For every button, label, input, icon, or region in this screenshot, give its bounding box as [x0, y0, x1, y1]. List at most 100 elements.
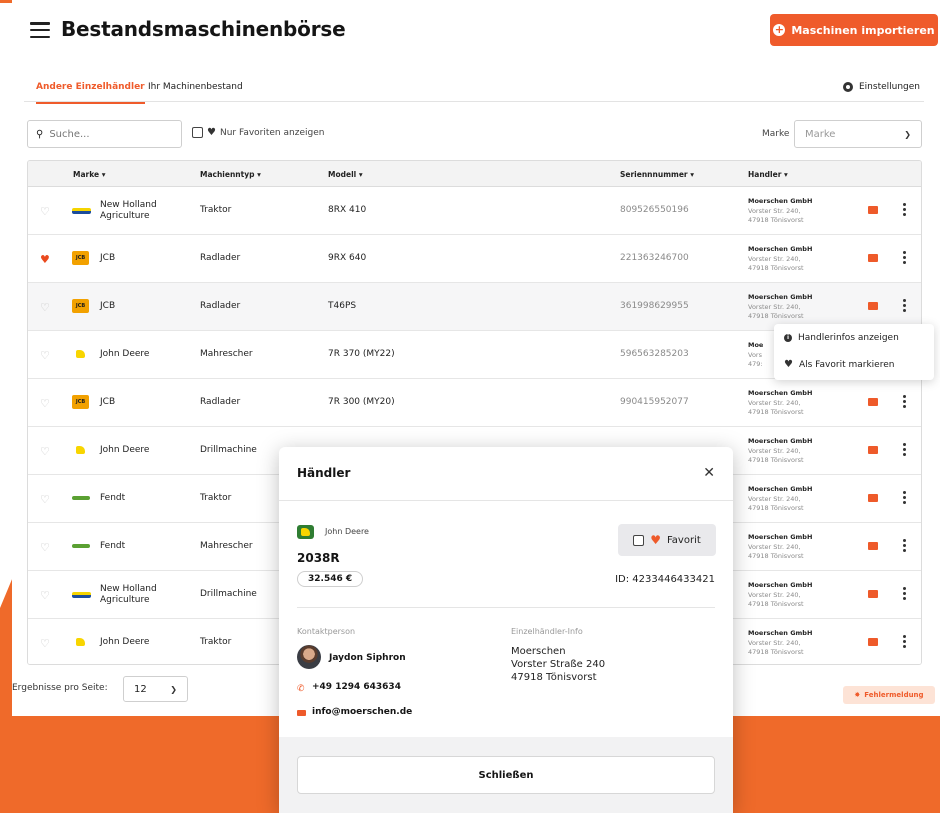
- heart-icon[interactable]: ♡: [40, 301, 50, 314]
- search-input[interactable]: [49, 128, 160, 140]
- more-options-icon[interactable]: [903, 299, 906, 314]
- row-typ: Mahrescher: [200, 349, 253, 359]
- row-marke: Fendt: [100, 541, 126, 551]
- heart-icon[interactable]: ♥: [40, 253, 50, 266]
- table-row[interactable]: ♥ JCB JCB Radlader 9RX 640 221363246700 Moersc…: [28, 235, 921, 283]
- results-per-page-select[interactable]: 12 ❯: [123, 676, 188, 702]
- heart-icon[interactable]: ♡: [40, 349, 50, 362]
- close-button[interactable]: Schließen: [297, 756, 715, 794]
- modal-title: Händler: [297, 466, 351, 480]
- row-typ: Drillmachine: [200, 589, 257, 599]
- row-serie: 221363246700: [620, 253, 689, 263]
- header-marke[interactable]: Marke ▾: [73, 170, 106, 179]
- header-serie[interactable]: Seriennnummer ▾: [620, 170, 694, 179]
- row-marke: New Holland Agriculture: [100, 200, 157, 221]
- avatar: [297, 645, 321, 669]
- table-row[interactable]: ♡ New Holland Agriculture Traktor 8RX 410 809…: [28, 187, 921, 235]
- heart-icon[interactable]: ♡: [40, 637, 50, 650]
- row-marke: JCB: [100, 397, 116, 407]
- settings-button[interactable]: Einstellungen: [842, 82, 920, 92]
- menu-icon[interactable]: [30, 22, 50, 38]
- bug-icon: ✸: [854, 691, 861, 699]
- modal-favorite-toggle[interactable]: ♥ Favorit: [618, 524, 716, 556]
- more-options-icon[interactable]: [903, 203, 906, 218]
- john-deere-logo: [297, 525, 314, 539]
- row-haendler: Moerschen GmbH Vorster Str. 240, 47918 Tön…: [748, 197, 813, 224]
- row-serie: 990415952077: [620, 397, 689, 407]
- mail-icon[interactable]: [868, 542, 878, 550]
- import-machines-label: Maschinen importieren: [791, 23, 935, 37]
- settings-label: Einstellungen: [858, 82, 920, 92]
- error-report-button[interactable]: ✸ Fehlermeldung: [843, 686, 935, 704]
- more-options-icon[interactable]: [903, 443, 906, 458]
- mail-icon[interactable]: [868, 254, 878, 262]
- contact-section-label: Kontaktperson: [297, 627, 356, 636]
- chevron-down-icon: ❯: [904, 129, 911, 139]
- import-machines-button[interactable]: + Maschinen importieren: [770, 14, 938, 46]
- row-marke: John Deere: [100, 445, 150, 455]
- more-options-icon[interactable]: [903, 491, 906, 506]
- row-marke: New Holland Agriculture: [100, 584, 157, 605]
- new-holland-logo: [72, 208, 91, 214]
- row-modell: 8RX 410: [328, 205, 367, 215]
- mail-icon[interactable]: [868, 590, 878, 598]
- jcb-logo: JCB: [72, 299, 89, 313]
- heart-icon[interactable]: ♡: [40, 493, 50, 506]
- mail-icon[interactable]: [868, 494, 878, 502]
- tab-other-dealers[interactable]: Andere Einzelhändler: [36, 82, 145, 104]
- more-options-icon[interactable]: [903, 587, 906, 602]
- menu-item-label: Handlerinfos anzeigen: [798, 333, 899, 343]
- favorites-checkbox[interactable]: [192, 127, 203, 138]
- row-haendler: Moe Vors 479:: [748, 341, 764, 368]
- jcb-logo: JCB: [72, 251, 89, 265]
- modal-model: 2038R: [297, 551, 340, 565]
- menu-item-mark-favorite[interactable]: ♥ Als Favorit markieren: [784, 359, 894, 370]
- mail-icon[interactable]: [868, 638, 878, 646]
- tab-bar: Andere Einzelhändler Ihr Machinenbestand…: [24, 70, 924, 104]
- close-icon[interactable]: ✕: [703, 465, 715, 481]
- row-context-menu: i Handlerinfos anzeigen ♥ Als Favorit ma…: [774, 324, 934, 380]
- mail-icon[interactable]: [868, 206, 878, 214]
- favorite-checkbox[interactable]: [633, 534, 645, 546]
- modal-header: Händler ✕: [279, 447, 733, 501]
- header-modell[interactable]: Modell ▾: [328, 170, 363, 179]
- header-typ[interactable]: Machienntyp ▾: [200, 170, 261, 179]
- row-typ: Radlader: [200, 253, 241, 263]
- more-options-icon[interactable]: [903, 251, 906, 266]
- table-row[interactable]: ♡ JCB JCB Radlader 7R 300 (MY20) 990415952077…: [28, 379, 921, 427]
- tab-my-inventory[interactable]: Ihr Machinenbestand: [148, 82, 243, 92]
- contact-email[interactable]: info@moerschen.de: [312, 707, 412, 717]
- row-haendler: Moerschen GmbH Vorster Str. 240, 47918 Tön…: [748, 389, 813, 416]
- more-options-icon[interactable]: [903, 539, 906, 554]
- mail-icon[interactable]: [868, 446, 878, 454]
- row-typ: Traktor: [200, 205, 232, 215]
- mail-icon[interactable]: [868, 398, 878, 406]
- heart-icon[interactable]: ♡: [40, 205, 50, 218]
- header-haendler[interactable]: Handler ▾: [748, 170, 788, 179]
- heart-icon[interactable]: ♡: [40, 541, 50, 554]
- mail-icon[interactable]: [868, 302, 878, 310]
- row-haendler: Moerschen GmbH Vorster Str. 240, 47918 Tön…: [748, 533, 813, 560]
- more-options-icon[interactable]: [903, 395, 906, 410]
- marke-select[interactable]: Marke ❯: [794, 120, 922, 148]
- search-icon: ⚲: [36, 128, 44, 140]
- modal-price-badge: 32.546 €: [297, 571, 364, 587]
- contact-phone[interactable]: +49 1294 643634: [312, 682, 401, 692]
- favorite-label: Favorit: [666, 534, 701, 546]
- chevron-down-icon: ❯: [170, 684, 177, 694]
- error-report-label: Fehlermeldung: [864, 691, 924, 699]
- info-icon: i: [784, 334, 792, 342]
- modal-brand: John Deere: [325, 527, 369, 536]
- menu-item-show-dealer-info[interactable]: i Handlerinfos anzeigen: [784, 333, 899, 343]
- row-typ: Drillmachine: [200, 445, 257, 455]
- more-options-icon[interactable]: [903, 635, 906, 650]
- marke-select-value: Marke: [805, 128, 836, 140]
- heart-icon[interactable]: ♡: [40, 589, 50, 602]
- heart-icon[interactable]: ♡: [40, 445, 50, 458]
- new-holland-logo: [72, 592, 91, 598]
- heart-icon: ♥: [650, 533, 661, 547]
- favorites-filter[interactable]: ♥ Nur Favoriten anzeigen: [192, 127, 324, 138]
- heart-icon[interactable]: ♡: [40, 397, 50, 410]
- dealer-street: Vorster Straße 240: [511, 659, 606, 670]
- row-marke: JCB: [100, 253, 116, 263]
